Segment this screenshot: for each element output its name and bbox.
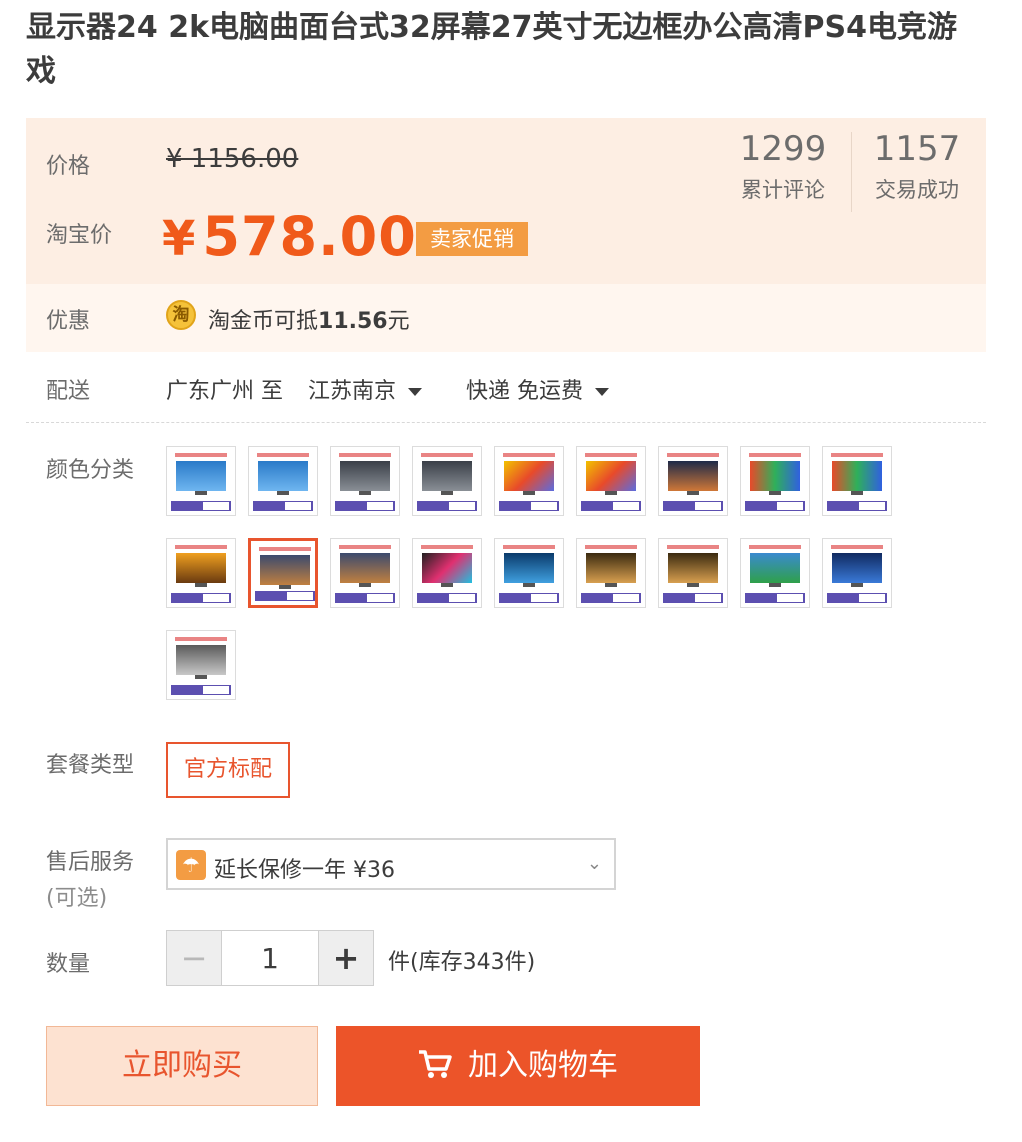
add-to-cart-label: 加入购物车 (468, 1048, 618, 1083)
color-swatch[interactable] (166, 446, 236, 516)
quantity-label: 数量 (46, 952, 91, 977)
color-swatch[interactable] (576, 538, 646, 608)
quantity-increase-button[interactable]: + (318, 931, 373, 985)
ship-method-text: 快递 免运费 (466, 379, 583, 404)
ship-destination-text: 江苏南京 (308, 379, 397, 404)
ship-from: 广东广州 至 (166, 379, 283, 404)
color-swatch[interactable] (330, 446, 400, 516)
quantity-stepper: − + (166, 930, 374, 986)
quantity-decrease-button[interactable]: − (167, 931, 222, 985)
color-swatch[interactable] (166, 538, 236, 608)
section-divider (26, 422, 986, 423)
color-swatch[interactable] (166, 630, 236, 700)
chevron-down-icon: ⌄ (586, 853, 602, 874)
coin-text-suffix: 元 (387, 309, 410, 334)
stat-reviews[interactable]: 1299 累计评论 (718, 128, 848, 204)
discount-label: 优惠 (46, 309, 91, 334)
umbrella-icon: ☂ (176, 850, 206, 880)
color-swatch[interactable] (412, 538, 482, 608)
price-label: 价格 (46, 154, 91, 179)
quantity-input[interactable] (222, 931, 318, 985)
package-label: 套餐类型 (46, 753, 135, 778)
color-swatch[interactable] (822, 538, 892, 608)
product-title: 显示器24 2k电脑曲面台式32屏幕27英寸无边框办公高清PS4电竞游戏 (26, 10, 957, 89)
chevron-down-icon (595, 388, 609, 396)
service-optional-note: (可选) (46, 886, 108, 911)
current-price-value: 578.00 (202, 205, 417, 268)
current-price: ¥578.00 (162, 205, 417, 268)
coin-text-prefix: 淘金币可抵 (208, 309, 319, 334)
color-swatch[interactable] (494, 538, 564, 608)
color-label: 颜色分类 (46, 458, 135, 483)
ship-method-select[interactable]: 快递 免运费 (466, 373, 609, 405)
buy-now-button[interactable]: 立即购买 (46, 1026, 318, 1106)
color-swatch[interactable] (658, 446, 728, 516)
color-swatch[interactable] (248, 446, 318, 516)
stock-info: 件(库存343件) (388, 950, 536, 975)
add-to-cart-button[interactable]: 加入购物车 (336, 1026, 700, 1106)
cart-icon (419, 1049, 452, 1078)
stat-transactions: 1157 交易成功 (852, 128, 982, 204)
original-price: ¥ 1156.00 (166, 144, 299, 174)
color-swatch[interactable] (740, 538, 810, 608)
color-swatch[interactable] (248, 538, 318, 608)
currency-symbol: ¥ (162, 211, 197, 267)
stat-reviews-caption: 累计评论 (741, 178, 825, 202)
shipping-label: 配送 (46, 379, 91, 404)
color-swatch[interactable] (494, 446, 564, 516)
color-swatch[interactable] (412, 446, 482, 516)
color-swatch[interactable] (822, 446, 892, 516)
service-option-text: 延长保修一年 ¥36 (214, 858, 395, 883)
coin-discount-text: 淘金币可抵11.56元 (208, 303, 410, 335)
color-swatch[interactable] (740, 446, 810, 516)
stat-reviews-value: 1299 (739, 129, 827, 169)
stat-transactions-value: 1157 (873, 129, 961, 169)
color-swatch[interactable] (330, 538, 400, 608)
package-option-standard[interactable]: 官方标配 (166, 742, 290, 798)
service-label: 售后服务 (46, 850, 135, 875)
taobao-price-label: 淘宝价 (46, 223, 113, 248)
seller-promo-badge: 卖家促销 (416, 222, 528, 256)
coin-amount: 11.56 (318, 309, 388, 334)
color-swatch[interactable] (658, 538, 728, 608)
service-select[interactable]: ☂ 延长保修一年 ¥36 ⌄ (166, 838, 616, 890)
color-swatch[interactable] (576, 446, 646, 516)
ship-destination-select[interactable]: 江苏南京 (308, 373, 423, 405)
stat-transactions-caption: 交易成功 (875, 178, 959, 202)
taobao-coin-icon: 淘 (166, 300, 196, 330)
chevron-down-icon (408, 388, 423, 396)
